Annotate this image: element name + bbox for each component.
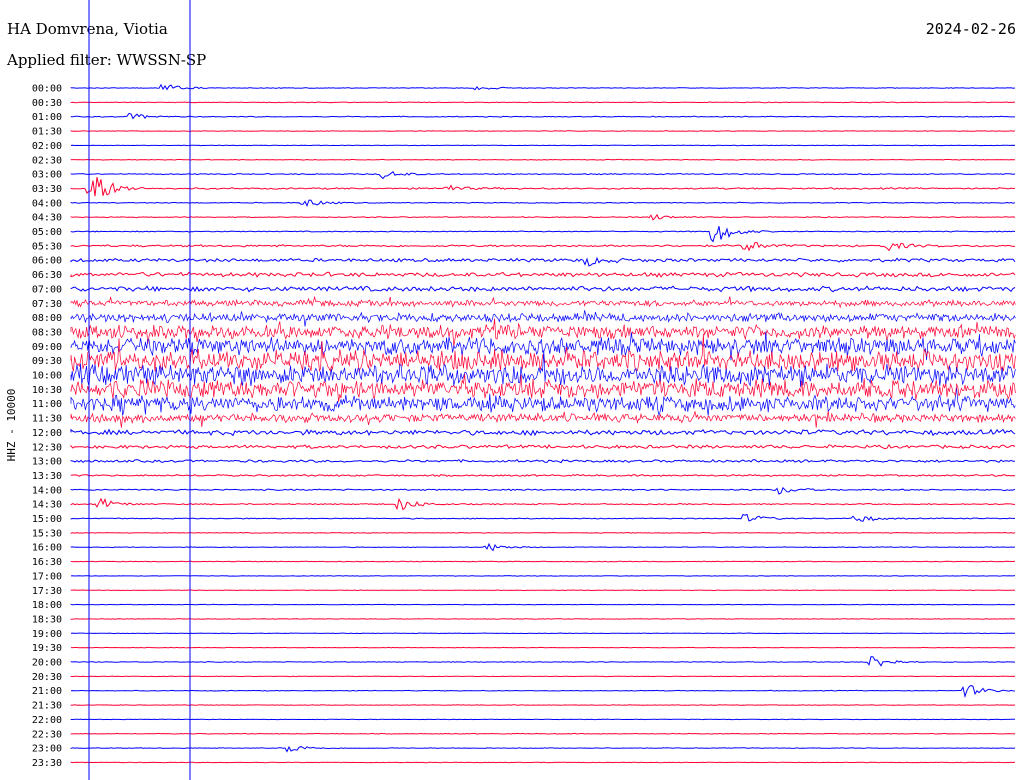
time-label: 05:00: [32, 227, 62, 238]
time-label: 15:30: [32, 528, 62, 539]
time-label: 07:30: [32, 299, 62, 310]
trace-line-0300: [70, 170, 1016, 180]
time-label: 13:00: [32, 457, 62, 468]
time-label: 13:30: [32, 471, 62, 482]
trace-line-0330: [70, 177, 1016, 197]
time-label: 14:00: [32, 485, 62, 496]
trace-line-1630: [70, 560, 1016, 563]
trace-line-1400: [70, 486, 1016, 495]
trace-line-1230: [70, 443, 1016, 450]
trace-line-1300: [70, 458, 1016, 464]
trace-line-2100: [70, 684, 1016, 699]
time-label: 06:30: [32, 270, 62, 281]
trace-line-0700: [70, 285, 1016, 293]
trace-line-0430: [70, 213, 1016, 221]
trace-line-1800: [70, 603, 1016, 606]
time-label: 00:30: [32, 98, 62, 109]
trace-line-0030: [70, 101, 1016, 104]
trace-line-0530: [70, 242, 1015, 252]
time-label: 03:30: [32, 184, 62, 195]
trace-line-0800: [70, 310, 1016, 327]
trace-line-0000: [70, 83, 1016, 91]
time-label: 14:30: [32, 500, 62, 511]
trace-line-2300: [70, 745, 1016, 753]
trace-line-2000: [70, 656, 1016, 667]
trace-line-0500: [70, 226, 1016, 243]
time-label: 07:00: [32, 284, 62, 295]
y-axis-label: HHZ - 10000: [5, 389, 18, 462]
trace-line-2030: [70, 675, 1016, 678]
time-label: 05:30: [32, 241, 62, 252]
time-label: 02:00: [32, 141, 62, 152]
time-label: 11:30: [32, 414, 62, 425]
trace-line-0230: [70, 158, 1015, 161]
time-label: 20:30: [32, 672, 62, 683]
helicorder-plot: 00:00 00:30 01:00 01:30 02:00 02:30 03:00 03:30…: [5, 0, 1016, 780]
trace-line-2230: [70, 732, 1016, 735]
trace-line-2200: [70, 718, 1015, 721]
time-label: 17:00: [32, 571, 62, 582]
trace-line-0730: [70, 295, 1016, 309]
time-label: 11:00: [32, 399, 62, 410]
time-label: 21:30: [32, 701, 62, 712]
trace-line-0400: [70, 199, 1016, 208]
time-label: 12:30: [32, 442, 62, 453]
time-label: 18:00: [32, 600, 62, 611]
time-label: 04:00: [32, 198, 62, 209]
trace-line-1530: [70, 531, 1016, 534]
time-label: 01:30: [32, 127, 62, 138]
trace-line-1930: [71, 646, 1015, 649]
trace-line-1430: [70, 497, 1015, 511]
trace-line-0600: [70, 256, 1016, 267]
trace-line-2330: [70, 761, 1016, 764]
time-label: 00:00: [32, 84, 62, 95]
time-label: 20:00: [32, 658, 62, 669]
time-label: 16:30: [32, 557, 62, 568]
time-label: 08:30: [32, 327, 62, 338]
trace-line-0100: [70, 112, 1015, 120]
time-label-group: 00:00 00:30 01:00 01:30 02:00 02:30 03:00 03:30…: [32, 84, 62, 769]
trace-line-0130: [70, 130, 1016, 132]
time-label: 12:00: [32, 428, 62, 439]
trace-line-1130: [70, 410, 1016, 428]
trace-line-1830: [70, 618, 1015, 620]
trace-line-1900: [70, 632, 1015, 635]
trace-line-1730: [70, 589, 1015, 592]
time-label: 10:30: [32, 385, 62, 396]
time-label: 15:00: [32, 514, 62, 525]
time-label: 04:30: [32, 213, 62, 224]
time-label: 03:00: [32, 170, 62, 181]
time-label: 19:00: [32, 629, 62, 640]
time-label: 23:00: [32, 744, 62, 755]
time-label: 22:00: [32, 715, 62, 726]
trace-line-1600: [70, 542, 1016, 552]
time-label: 09:30: [32, 356, 62, 367]
time-label: 19:30: [32, 643, 62, 654]
time-label: 10:00: [32, 371, 62, 382]
time-label: 23:30: [32, 758, 62, 769]
time-label: 01:00: [32, 112, 62, 123]
time-label: 17:30: [32, 586, 62, 597]
time-label: 09:00: [32, 342, 62, 353]
time-label: 18:30: [32, 614, 62, 625]
trace-line-0630: [70, 271, 1016, 278]
time-label: 22:30: [32, 729, 62, 740]
trace-line-2130: [70, 704, 1016, 706]
time-label: 06:00: [32, 256, 62, 267]
trace-line-1000: [70, 349, 1016, 387]
time-label: 16:00: [32, 543, 62, 554]
time-label: 08:00: [32, 313, 62, 324]
trace-line-0200: [70, 144, 1016, 147]
time-label: 02:30: [32, 155, 62, 166]
trace-line-1500: [70, 513, 1015, 522]
trace-line-1200: [70, 428, 1016, 437]
trace-group: [70, 83, 1016, 764]
trace-line-1330: [70, 473, 1016, 478]
trace-line-1700: [70, 575, 1016, 577]
time-label: 21:00: [32, 686, 62, 697]
